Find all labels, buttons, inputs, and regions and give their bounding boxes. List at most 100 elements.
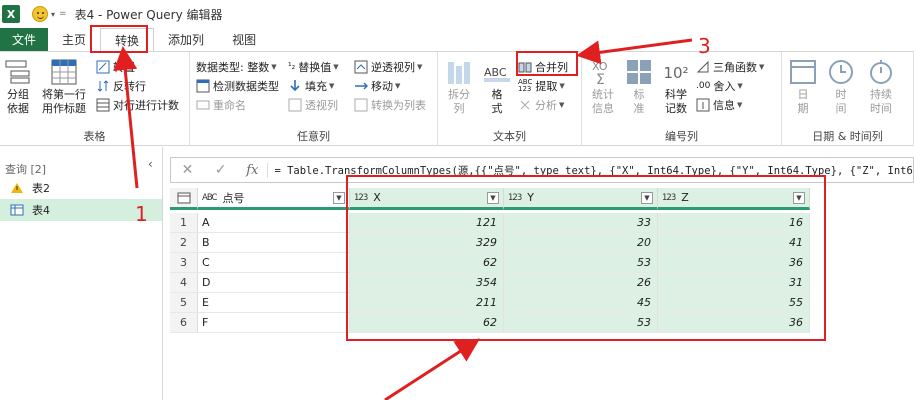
count-rows-button[interactable]: 对行进行计数: [96, 96, 179, 114]
cell-y[interactable]: 53: [504, 253, 658, 273]
fill-button[interactable]: 填充 ▼: [288, 77, 334, 95]
filter-dropdown-icon[interactable]: ▼: [793, 191, 805, 204]
tab-view[interactable]: 视图: [218, 28, 270, 51]
svg-text:ABC: ABC: [484, 66, 507, 79]
ribbon-tabs: 文件 主页 转换 添加列 视图: [0, 28, 914, 52]
tab-transform[interactable]: 转换: [100, 28, 155, 51]
cell-x[interactable]: 121: [350, 213, 504, 233]
cell-x[interactable]: 329: [350, 233, 504, 253]
format-abc-icon: ABC: [484, 66, 510, 82]
rounding-button[interactable]: .00 舍入 ▼: [696, 77, 743, 95]
cell-z[interactable]: 31: [658, 273, 810, 293]
cell-y[interactable]: 33: [504, 213, 658, 233]
column-header-x[interactable]: 123 X ▼: [350, 188, 504, 210]
chevron-down-icon: ▼: [333, 63, 339, 71]
cell-z[interactable]: 16: [658, 213, 810, 233]
table-menu-icon: [177, 192, 190, 203]
quick-access-menu-icon[interactable]: =: [59, 9, 67, 19]
transpose-button[interactable]: 转置: [96, 58, 135, 76]
info-button[interactable]: 信息 ▼: [696, 96, 742, 114]
cell-point[interactable]: C: [198, 253, 350, 273]
chevron-down-icon: ▼: [559, 82, 565, 90]
annotation-number-1: 1: [135, 202, 148, 226]
chevron-left-icon[interactable]: ‹: [148, 157, 153, 171]
merge-columns-button[interactable]: 合并列: [518, 58, 568, 76]
cell-z[interactable]: 36: [658, 313, 810, 333]
row-number[interactable]: 1: [170, 213, 198, 233]
unpivot-button[interactable]: 逆透视列 ▼: [354, 58, 422, 76]
cell-point[interactable]: E: [198, 293, 350, 313]
extract-button[interactable]: ABC 123 提取 ▼: [518, 77, 565, 95]
filter-dropdown-icon[interactable]: ▼: [641, 191, 653, 204]
parse-button[interactable]: 分析 ▼: [518, 96, 564, 114]
cell-point[interactable]: F: [198, 313, 350, 333]
cell-z[interactable]: 36: [658, 253, 810, 273]
feedback-smiley-icon[interactable]: [32, 6, 48, 22]
filter-dropdown-icon[interactable]: ▼: [333, 191, 345, 204]
row-number[interactable]: 6: [170, 313, 198, 333]
time-button[interactable]: 时 间: [826, 58, 856, 116]
cell-y[interactable]: 45: [504, 293, 658, 313]
fill-down-icon: [290, 80, 300, 92]
first-row-header-button[interactable]: 将第一行 用作标题: [36, 58, 92, 116]
fx-icon[interactable]: fx: [237, 162, 269, 178]
row-number[interactable]: 4: [170, 273, 198, 293]
reverse-rows-button[interactable]: 反转行: [96, 77, 146, 95]
cell-z[interactable]: 41: [658, 233, 810, 253]
scientific-button[interactable]: 10² 科学 记数: [660, 58, 692, 116]
trig-button[interactable]: 三角函数 ▼: [696, 58, 764, 76]
table-options-button[interactable]: [170, 188, 198, 210]
cell-x[interactable]: 62: [350, 313, 504, 333]
column-header-point[interactable]: ABC 点号 ▼: [198, 188, 350, 210]
confirm-formula-button[interactable]: ✓: [204, 162, 237, 178]
cell-y[interactable]: 53: [504, 313, 658, 333]
cell-y[interactable]: 20: [504, 233, 658, 253]
title-bar: X ▾ = 表4 - Power Query 编辑器: [0, 0, 914, 28]
cell-x[interactable]: 211: [350, 293, 504, 313]
move-icon: [355, 82, 368, 90]
merge-columns-icon: [518, 62, 532, 73]
format-button[interactable]: ABC 格 式: [482, 58, 512, 116]
duration-button[interactable]: 持续 时间: [864, 58, 898, 116]
statistics-button[interactable]: XO Σ 统计 信息: [586, 58, 620, 116]
tab-home[interactable]: 主页: [48, 28, 100, 51]
column-header-z[interactable]: 123 Z ▼: [658, 188, 810, 210]
count-rows-icon: [96, 98, 110, 112]
tab-file[interactable]: 文件: [0, 28, 49, 51]
group-by-button[interactable]: 分组 依据: [3, 58, 33, 116]
chevron-down-icon: ▼: [737, 101, 743, 109]
cell-z[interactable]: 55: [658, 293, 810, 313]
row-number[interactable]: 3: [170, 253, 198, 273]
split-column-icon: [448, 62, 470, 84]
date-button[interactable]: 日 期: [788, 58, 818, 116]
cell-x[interactable]: 354: [350, 273, 504, 293]
standard-button[interactable]: 标 准: [624, 58, 654, 116]
detect-type-button[interactable]: 检测数据类型: [196, 77, 279, 95]
move-button[interactable]: 移动 ▼: [354, 77, 400, 95]
triangle-icon: [696, 60, 709, 73]
stopwatch-icon: [870, 60, 892, 84]
row-number[interactable]: 5: [170, 293, 198, 313]
replace-values-button[interactable]: ¹₂ 替换值 ▼: [288, 58, 339, 76]
tab-add-column[interactable]: 添加列: [154, 28, 218, 51]
cell-x[interactable]: 62: [350, 253, 504, 273]
pivot-column-button[interactable]: 透视列: [288, 96, 338, 114]
query-item-table2[interactable]: 表2: [0, 177, 162, 199]
cell-point[interactable]: D: [198, 273, 350, 293]
to-list-button[interactable]: 转换为列表: [354, 96, 426, 114]
chevron-down-icon[interactable]: ▾: [51, 10, 55, 19]
arrow-to-columns: [384, 338, 481, 400]
split-column-button[interactable]: 拆分 列: [444, 58, 474, 116]
cell-point[interactable]: A: [198, 213, 350, 233]
pivot-icon: [288, 98, 302, 112]
queries-header: 查询 [2]: [5, 163, 47, 176]
rename-button[interactable]: 重命名: [196, 96, 246, 114]
row-number[interactable]: 2: [170, 233, 198, 253]
data-type-dropdown[interactable]: 数据类型: 整数 ▼: [196, 58, 277, 76]
column-header-y[interactable]: 123 Y ▼: [504, 188, 658, 210]
filter-dropdown-icon[interactable]: ▼: [487, 191, 499, 204]
formula-input[interactable]: = Table.TransformColumnTypes(源,{{"点号", t…: [268, 163, 913, 178]
cell-y[interactable]: 26: [504, 273, 658, 293]
cancel-formula-button[interactable]: ✕: [171, 162, 204, 178]
cell-point[interactable]: B: [198, 233, 350, 253]
